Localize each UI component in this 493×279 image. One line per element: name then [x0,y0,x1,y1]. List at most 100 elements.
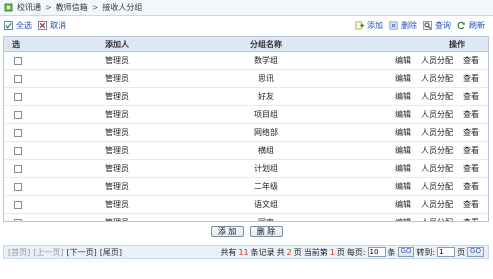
add-group-button[interactable]: 添 加 [210,226,244,237]
current-page: 1 [329,247,335,257]
added-by-cell: 管理员 [105,128,129,137]
pages-prefix: 共 [276,247,285,257]
view-link[interactable]: 查看 [463,181,479,192]
jump-page-input[interactable] [437,247,456,257]
view-link[interactable]: 查看 [463,73,479,84]
assign-members-link[interactable]: 人员分配 [421,73,453,84]
jump-unit: 页 [457,247,466,257]
edit-link[interactable]: 编辑 [395,199,411,210]
pages-suffix: 页 [293,247,302,257]
checkbox-checked-icon [4,21,13,30]
assign-members-link[interactable]: 人员分配 [421,217,453,221]
edit-link[interactable]: 编辑 [395,217,411,221]
header-added-by: 添加人 [105,39,129,49]
row-checkbox[interactable] [14,74,22,83]
header-actions: 操作 [449,39,465,49]
pagination: [首页] [上一页] [下一页] [尾页] 共有 11 条记录 共2页 当前第 1 页 … [3,245,489,259]
query-button[interactable]: 查询 [423,20,451,31]
edit-link[interactable]: 编辑 [395,73,411,84]
header-select: 选 [12,39,20,49]
delete-label: 删除 [401,21,417,30]
view-link[interactable]: 查看 [463,199,479,210]
edit-link[interactable]: 编辑 [395,163,411,174]
per-page-input[interactable] [367,247,386,257]
jump-go-button[interactable]: GO [467,247,484,257]
group-name-cell: 横组 [258,146,274,155]
view-link[interactable]: 查看 [463,127,479,138]
refresh-label: 刷新 [469,21,485,30]
assign-members-link[interactable]: 人员分配 [421,163,453,174]
edit-link[interactable]: 编辑 [395,127,411,138]
toolbar: 全选 取消 添加 删除 查询 刷新 [0,18,493,33]
row-checkbox[interactable] [14,200,22,209]
group-name-cell: 项目组 [254,110,278,119]
assign-members-link[interactable]: 人员分配 [421,109,453,120]
added-by-cell: 管理员 [105,200,129,209]
select-all-label: 全选 [16,21,32,30]
view-link[interactable]: 查看 [463,145,479,156]
table-row: 管理员 语文组 编辑 人员分配 查看 [4,196,488,214]
jump-label: 转到: [416,247,436,257]
view-link[interactable]: 查看 [463,163,479,174]
refresh-icon [457,21,465,30]
group-name-cell: 好友 [258,92,274,101]
assign-members-link[interactable]: 人员分配 [421,145,453,156]
row-checkbox[interactable] [14,218,22,221]
add-button[interactable]: 添加 [355,20,383,31]
last-page-link[interactable]: [尾页] [100,247,122,258]
row-checkbox[interactable] [14,110,22,119]
cancel-x-icon [38,21,47,30]
table-row: 管理员同事 编辑 人员分配 查看 [4,214,488,221]
table-row: 管理员 计划组 编辑 人员分配 查看 [4,160,488,178]
delete-icon [389,21,398,30]
row-checkbox[interactable] [14,182,22,191]
per-page-unit: 条 [387,247,396,257]
assign-members-link[interactable]: 人员分配 [421,181,453,192]
assign-members-link[interactable]: 人员分配 [421,127,453,138]
first-page-link[interactable]: [首页] [8,247,30,258]
assign-members-link[interactable]: 人员分配 [421,199,453,210]
header-group-name: 分组名称 [250,39,282,49]
cancel-button[interactable]: 取消 [38,20,66,31]
next-page-link[interactable]: [下一页] [67,247,97,258]
form-actions: 添 加 删 除 [0,226,493,237]
row-checkbox[interactable] [14,146,22,155]
table-row: 管理员 二年级 编辑 人员分配 查看 [4,178,488,196]
edit-link[interactable]: 编辑 [395,55,411,66]
row-checkbox[interactable] [14,56,22,65]
row-checkbox[interactable] [14,128,22,137]
assign-members-link[interactable]: 人员分配 [421,55,453,66]
cancel-label: 取消 [50,21,66,30]
breadcrumb-item-1[interactable]: 校讯通 [17,2,41,13]
group-table: 选 添加人 分组名称 操作 管理员 数学组 编辑 人员分配 查看 管理员 思讯 编辑 人员分配查… [3,36,489,222]
prev-page-link[interactable]: [上一页] [33,247,63,258]
edit-link[interactable]: 编辑 [395,109,411,120]
added-by-cell: 管理员 [105,74,129,83]
total-count: 11 [238,247,249,257]
edit-link[interactable]: 编辑 [395,181,411,192]
assign-members-link[interactable]: 人员分配 [421,91,453,102]
view-link[interactable]: 查看 [463,217,479,221]
group-name-cell: 计划组 [254,164,278,173]
view-link[interactable]: 查看 [463,109,479,120]
edit-link[interactable]: 编辑 [395,145,411,156]
added-by-cell: 管理员 [105,110,129,119]
select-all-button[interactable]: 全选 [4,20,32,31]
delete-group-button[interactable]: 删 除 [249,226,283,237]
refresh-button[interactable]: 刷新 [457,20,485,31]
group-name-cell: 思讯 [258,74,274,83]
view-link[interactable]: 查看 [463,91,479,102]
row-checkbox[interactable] [14,92,22,101]
home-icon [4,3,13,12]
view-link[interactable]: 查看 [463,55,479,66]
total-prefix: 共有 [220,247,237,257]
edit-link[interactable]: 编辑 [395,91,411,102]
delete-button[interactable]: 删除 [389,20,417,31]
added-by-cell: 管理员 [105,146,129,155]
group-name-cell: 同事 [202,217,330,221]
per-page-go-button[interactable]: GO [397,247,415,257]
breadcrumb-item-2[interactable]: 教师信箱 [56,2,88,13]
row-checkbox[interactable] [14,164,22,173]
group-name-cell: 数学组 [254,56,278,65]
per-page-label: 每页: [346,247,366,257]
